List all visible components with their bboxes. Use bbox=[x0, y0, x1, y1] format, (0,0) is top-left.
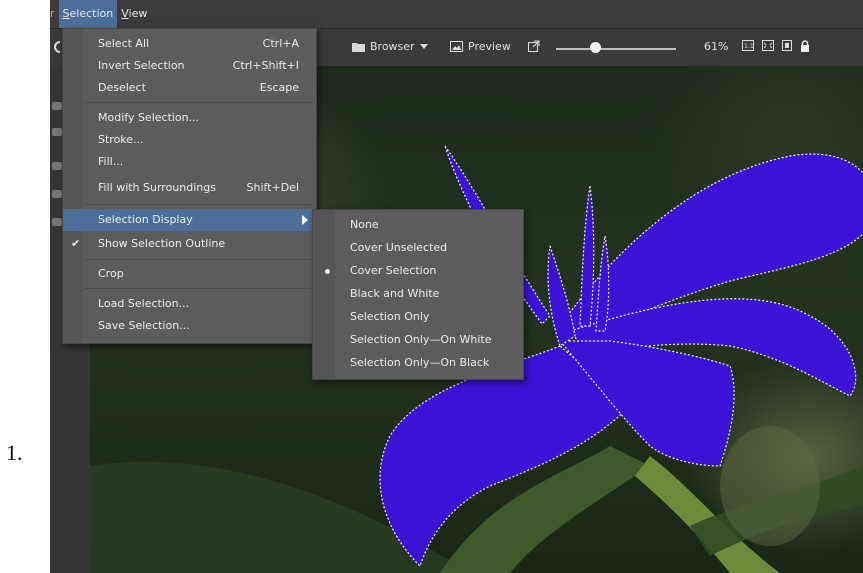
menu-separator bbox=[85, 102, 311, 103]
radio-bullet-icon bbox=[325, 269, 330, 274]
image-icon bbox=[450, 41, 463, 52]
menu-selection[interactable]: Selection bbox=[58, 0, 118, 28]
menu-item-deselect[interactable]: Deselect Escape bbox=[63, 77, 316, 99]
menu-item-crop[interactable]: Crop bbox=[63, 263, 316, 285]
menu-separator bbox=[85, 288, 311, 289]
preview-label: Preview bbox=[468, 40, 511, 53]
submenu-item-cover-unselected[interactable]: Cover Unselected bbox=[313, 237, 523, 259]
submenu-item-selection-only-on-white[interactable]: Selection Only—On White bbox=[313, 329, 523, 351]
submenu-item-none[interactable]: None bbox=[313, 214, 523, 236]
step-number: 1. bbox=[6, 440, 23, 465]
lock-icon[interactable] bbox=[800, 40, 810, 52]
menu-item-invert-selection[interactable]: Invert Selection Ctrl+Shift+I bbox=[63, 55, 316, 77]
browser-button[interactable]: Browser bbox=[352, 40, 428, 53]
menu-view[interactable]: View bbox=[117, 0, 151, 28]
undo-icon[interactable] bbox=[52, 40, 62, 54]
zoom-value: 61% bbox=[704, 40, 729, 53]
tool-icon[interactable] bbox=[52, 128, 62, 136]
menu-item-selection-display[interactable]: Selection Display bbox=[63, 209, 316, 231]
app-window: r Selection View Browser Preview 61% 1:1 bbox=[50, 0, 863, 573]
submenu-arrow-icon bbox=[302, 215, 308, 225]
submenu-item-black-and-white[interactable]: Black and White bbox=[313, 283, 523, 305]
fit-screen-icon[interactable] bbox=[762, 40, 774, 51]
menu-partial[interactable]: r bbox=[50, 0, 59, 28]
menu-item-fill[interactable]: Fill... bbox=[63, 151, 316, 173]
tool-icon[interactable] bbox=[52, 190, 62, 198]
zoom-slider-track[interactable] bbox=[556, 48, 676, 50]
submenu-item-cover-selection[interactable]: Cover Selection bbox=[313, 260, 523, 282]
chevron-down-icon[interactable] bbox=[419, 44, 428, 49]
preview-button[interactable]: Preview bbox=[450, 40, 511, 53]
menu-item-stroke[interactable]: Stroke... bbox=[63, 129, 316, 151]
selection-display-submenu: None Cover Unselected Cover Selection Bl… bbox=[312, 209, 524, 380]
actual-size-icon[interactable]: 1:1 bbox=[742, 40, 754, 51]
menu-separator bbox=[85, 204, 311, 205]
browser-label: Browser bbox=[370, 40, 415, 53]
zoom-slider-knob[interactable] bbox=[590, 42, 601, 53]
checkmark-icon: ✔ bbox=[71, 237, 81, 250]
menubar: r Selection View bbox=[50, 0, 863, 29]
menu-item-save-selection[interactable]: Save Selection... bbox=[63, 315, 316, 337]
tool-icon[interactable] bbox=[52, 218, 62, 226]
panel-layout-icon[interactable] bbox=[782, 40, 792, 51]
menu-separator bbox=[85, 259, 311, 260]
tool-icon[interactable] bbox=[52, 162, 62, 170]
svg-text:1:1: 1:1 bbox=[744, 43, 754, 50]
tool-icon[interactable] bbox=[52, 102, 62, 110]
menu-item-show-selection-outline[interactable]: ✔ Show Selection Outline bbox=[63, 233, 316, 255]
submenu-item-selection-only-on-black[interactable]: Selection Only—On Black bbox=[313, 352, 523, 374]
menu-item-modify-selection[interactable]: Modify Selection... bbox=[63, 107, 316, 129]
submenu-item-selection-only[interactable]: Selection Only bbox=[313, 306, 523, 328]
selection-menu: Select All Ctrl+A Invert Selection Ctrl+… bbox=[62, 28, 317, 344]
menu-item-load-selection[interactable]: Load Selection... bbox=[63, 293, 316, 315]
menu-item-fill-with-surroundings[interactable]: Fill with Surroundings Shift+Del bbox=[63, 177, 316, 199]
menu-item-select-all[interactable]: Select All Ctrl+A bbox=[63, 33, 316, 55]
folder-icon bbox=[352, 42, 365, 52]
external-window-icon[interactable] bbox=[528, 40, 540, 52]
